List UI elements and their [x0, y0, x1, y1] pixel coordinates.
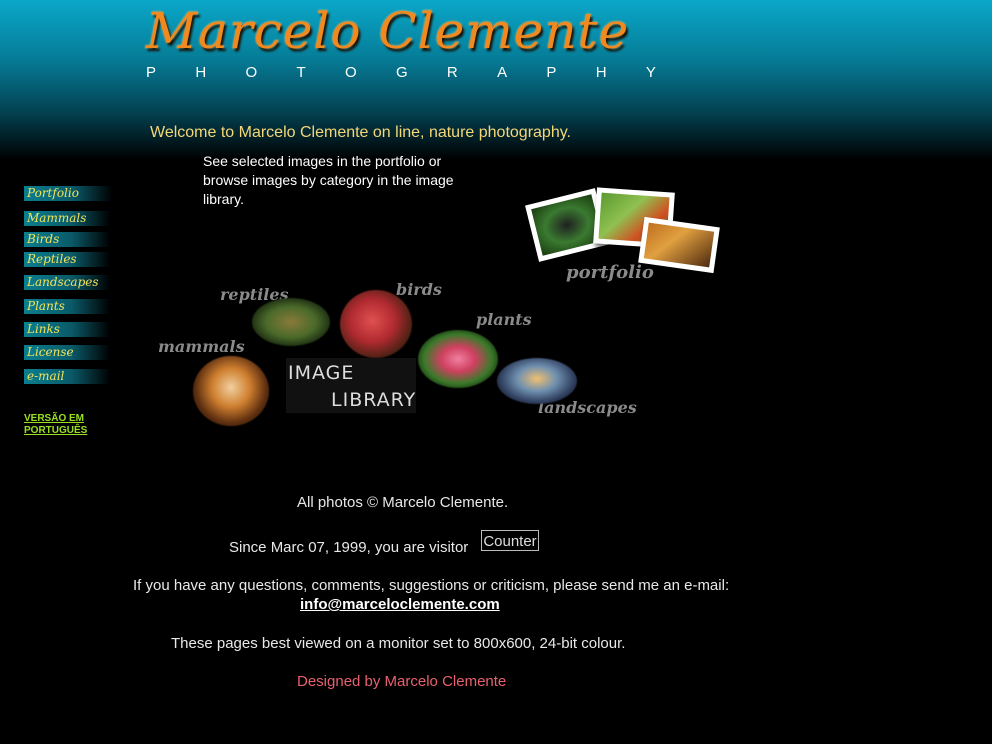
nav-item-landscapes[interactable]: Landscapes [24, 275, 110, 290]
subtitle-letter: H [595, 64, 607, 81]
library-label-birds[interactable]: birds [396, 280, 442, 299]
library-label-mammals[interactable]: mammals [158, 337, 245, 356]
visitor-counter: Counter [481, 530, 539, 551]
subtitle-letter: A [497, 64, 508, 81]
landscape-thumbnail[interactable] [497, 358, 577, 404]
subtitle-letter: O [245, 64, 258, 81]
reptile-thumbnail[interactable] [252, 298, 330, 346]
subtitle-letter: O [344, 64, 357, 81]
site-logo-subtitle: PHOTOGRAPHY [146, 64, 656, 81]
subtitle-letter: P [546, 64, 557, 81]
subtitle-letter: P [146, 64, 157, 81]
designer-credit: Designed by Marcelo Clemente [297, 673, 507, 690]
visitor-text: Since Marc 07, 1999, you are visitor [229, 539, 469, 556]
nav-item-reptiles[interactable]: Reptiles [24, 252, 110, 267]
nav-item-birds[interactable]: Birds [24, 232, 110, 247]
nav-item-plants[interactable]: Plants [24, 299, 110, 314]
nav-item-license[interactable]: License [24, 345, 110, 360]
portuguese-version-link[interactable]: VERSÃO EM PORTUGUÊS [24, 413, 104, 437]
nav-item-portfolio[interactable]: Portfolio [24, 186, 112, 201]
portfolio-label[interactable]: portfolio [566, 262, 654, 283]
image-library-line2: LIBRARY [331, 389, 417, 411]
welcome-heading: Welcome to Marcelo Clemente on line, nat… [150, 124, 571, 141]
subtitle-letter: R [446, 64, 458, 81]
nav-item-email[interactable]: e-mail [24, 369, 110, 384]
monitor-note: These pages best viewed on a monitor set… [171, 635, 626, 652]
contact-text: If you have any questions, comments, sug… [133, 577, 730, 594]
site-logo-title: Marcelo Clemente [146, 2, 630, 60]
bird-thumbnail[interactable] [340, 290, 412, 358]
subtitle-letter: G [395, 64, 408, 81]
nav-item-links[interactable]: Links [24, 322, 110, 337]
intro-text: See selected images in the portfolio or … [203, 153, 454, 207]
library-label-plants[interactable]: plants [476, 310, 532, 329]
image-library-line1: IMAGE [288, 362, 355, 384]
copyright-text: All photos © Marcelo Clemente. [297, 494, 509, 511]
subtitle-letter: Y [645, 64, 656, 81]
image-library-graphic[interactable]: IMAGE LIBRARY [286, 358, 416, 413]
portfolio-collage[interactable] [525, 187, 727, 274]
plant-thumbnail[interactable] [418, 330, 498, 388]
nav-item-mammals[interactable]: Mammals [24, 211, 110, 226]
subtitle-letter: T [296, 64, 306, 81]
email-link[interactable]: info@marceloclemente.com [300, 596, 500, 613]
subtitle-letter: H [195, 64, 207, 81]
mammal-thumbnail[interactable] [193, 356, 269, 426]
